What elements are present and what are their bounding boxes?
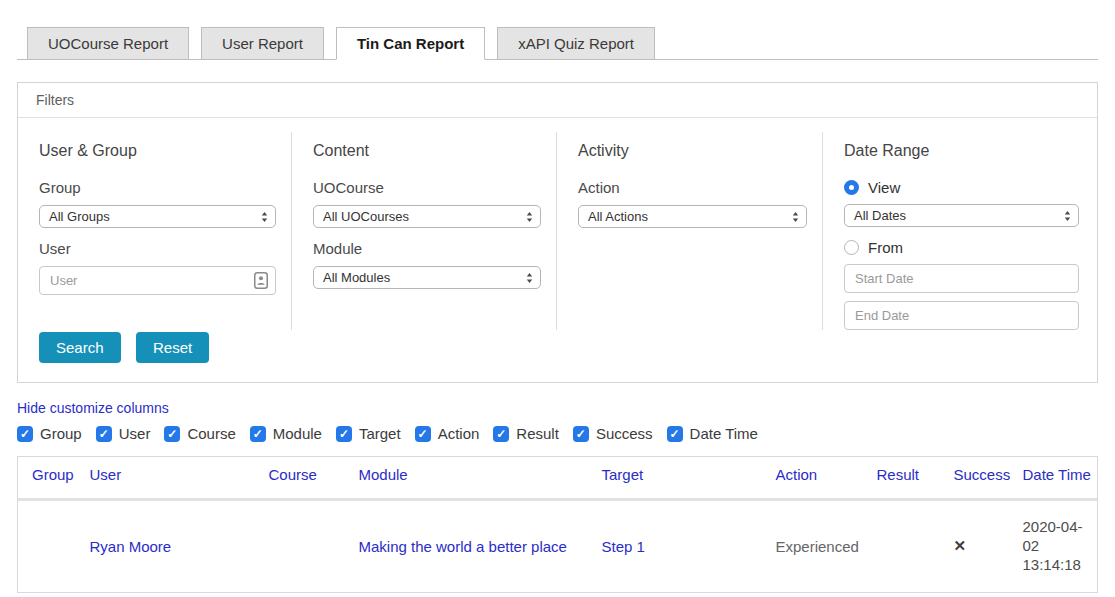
filter-section-activity: Activity Action All Actions bbox=[557, 132, 823, 330]
user-label: User bbox=[39, 241, 276, 256]
tab-user-report[interactable]: User Report bbox=[201, 27, 324, 60]
module-select-value: All Modules bbox=[323, 270, 390, 285]
select-arrows-icon bbox=[526, 273, 533, 283]
search-button[interactable]: Search bbox=[39, 332, 121, 363]
uocourse-label: UOCourse bbox=[313, 180, 541, 195]
from-radio-label: From bbox=[868, 239, 903, 256]
view-radio[interactable] bbox=[844, 180, 859, 195]
group-select-value: All Groups bbox=[49, 209, 110, 224]
column-header-module: Module bbox=[351, 457, 594, 493]
section-title-activity: Activity bbox=[578, 142, 807, 160]
module-label: Module bbox=[313, 241, 541, 256]
tab-tin-can-report[interactable]: Tin Can Report bbox=[336, 27, 485, 60]
column-header-group: Group bbox=[18, 457, 82, 493]
cell-date-time: 2020-04-02 13:14:18 bbox=[1015, 501, 1098, 593]
checkbox-group[interactable]: ✓Group bbox=[17, 425, 82, 442]
cell-success-x-icon: ✕ bbox=[946, 501, 1015, 593]
checkbox-target[interactable]: ✓Target bbox=[336, 425, 401, 442]
checkbox-checked-icon: ✓ bbox=[667, 426, 683, 442]
checkbox-result[interactable]: ✓Result bbox=[493, 425, 559, 442]
checkbox-action[interactable]: ✓Action bbox=[415, 425, 480, 442]
view-radio-label: View bbox=[868, 179, 900, 196]
checkbox-course[interactable]: ✓Course bbox=[164, 425, 235, 442]
cell-user: Ryan Moore bbox=[82, 501, 261, 593]
cell-action: Experienced bbox=[768, 501, 869, 593]
action-select[interactable]: All Actions bbox=[578, 205, 807, 228]
module-select[interactable]: All Modules bbox=[313, 266, 541, 289]
tab-uocourse-report[interactable]: UOCourse Report bbox=[27, 27, 189, 60]
column-header-success: Success bbox=[946, 457, 1015, 493]
checkbox-checked-icon: ✓ bbox=[336, 426, 352, 442]
start-date-input[interactable] bbox=[844, 264, 1079, 293]
section-title-date-range: Date Range bbox=[844, 142, 1079, 160]
dates-select[interactable]: All Dates bbox=[844, 204, 1079, 227]
cell-group bbox=[18, 501, 82, 593]
reset-button[interactable]: Reset bbox=[136, 332, 209, 363]
column-header-course: Course bbox=[261, 457, 351, 493]
checkbox-success[interactable]: ✓Success bbox=[573, 425, 653, 442]
uocourse-select-value: All UOCourses bbox=[323, 209, 409, 224]
group-label: Group bbox=[39, 180, 276, 195]
column-header-target: Target bbox=[594, 457, 768, 493]
column-header-user: User bbox=[82, 457, 261, 493]
table-row: Ryan Moore Making the world a better pla… bbox=[18, 501, 1098, 593]
column-header-action: Action bbox=[768, 457, 869, 493]
uocourse-select[interactable]: All UOCourses bbox=[313, 205, 541, 228]
filter-section-user-group: User & Group Group All Groups User bbox=[18, 132, 292, 330]
dates-select-value: All Dates bbox=[854, 208, 906, 223]
filters-panel: Filters User & Group Group All Groups Us… bbox=[17, 82, 1098, 383]
hide-customize-columns-link[interactable]: Hide customize columns bbox=[17, 400, 169, 416]
section-title-content: Content bbox=[313, 142, 541, 160]
report-tabs: UOCourse Report User Report Tin Can Repo… bbox=[17, 27, 1098, 60]
checkbox-checked-icon: ✓ bbox=[250, 426, 266, 442]
column-header-result: Result bbox=[869, 457, 946, 493]
action-label: Action bbox=[578, 180, 807, 195]
end-date-input[interactable] bbox=[844, 301, 1079, 330]
group-select[interactable]: All Groups bbox=[39, 205, 276, 228]
cell-result bbox=[869, 501, 946, 593]
filter-section-content: Content UOCourse All UOCourses Module Al… bbox=[292, 132, 557, 330]
select-arrows-icon bbox=[792, 212, 799, 222]
section-title-user-group: User & Group bbox=[39, 142, 276, 160]
filters-title: Filters bbox=[18, 83, 1097, 118]
checkbox-checked-icon: ✓ bbox=[573, 426, 589, 442]
contact-autofill-icon[interactable] bbox=[254, 272, 268, 289]
page: UOCourse Report User Report Tin Can Repo… bbox=[0, 27, 1115, 593]
checkbox-module[interactable]: ✓Module bbox=[250, 425, 322, 442]
cell-course bbox=[261, 501, 351, 593]
column-header-date-time: Date Time bbox=[1015, 457, 1098, 493]
checkbox-checked-icon: ✓ bbox=[17, 426, 33, 442]
checkbox-checked-icon: ✓ bbox=[493, 426, 509, 442]
user-input[interactable] bbox=[39, 266, 276, 295]
select-arrows-icon bbox=[1064, 211, 1071, 221]
report-table: Group User Course Module Target Action R… bbox=[17, 456, 1098, 593]
tab-xapi-quiz-report[interactable]: xAPI Quiz Report bbox=[497, 27, 655, 60]
action-select-value: All Actions bbox=[588, 209, 648, 224]
filter-section-date-range: Date Range View All Dates From bbox=[823, 132, 1094, 330]
checkbox-date-time[interactable]: ✓Date Time bbox=[667, 425, 758, 442]
checkbox-checked-icon: ✓ bbox=[164, 426, 180, 442]
customize-columns-checkboxes: ✓Group ✓User ✓Course ✓Module ✓Target ✓Ac… bbox=[17, 425, 1098, 442]
cell-module: Making the world a better place bbox=[351, 501, 594, 593]
checkbox-user[interactable]: ✓User bbox=[96, 425, 151, 442]
from-radio[interactable] bbox=[844, 240, 859, 255]
cell-target: Step 1 bbox=[594, 501, 768, 593]
checkbox-checked-icon: ✓ bbox=[415, 426, 431, 442]
table-header-row: Group User Course Module Target Action R… bbox=[18, 457, 1098, 493]
select-arrows-icon bbox=[261, 212, 268, 222]
checkbox-checked-icon: ✓ bbox=[96, 426, 112, 442]
select-arrows-icon bbox=[526, 212, 533, 222]
